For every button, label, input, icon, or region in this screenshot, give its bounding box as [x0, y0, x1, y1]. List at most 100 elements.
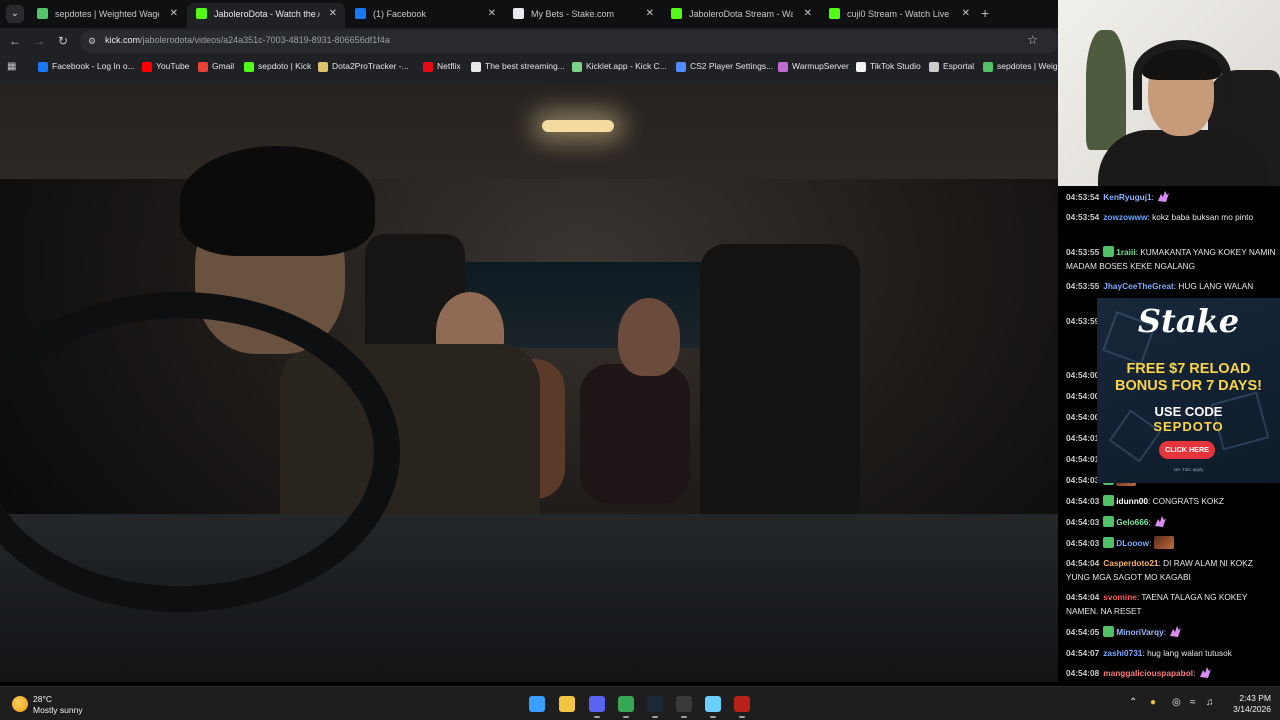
- tab-close-icon[interactable]: ✕: [488, 3, 496, 25]
- bookmark-item[interactable]: Gmail: [198, 60, 234, 75]
- chat-username[interactable]: zashi0731: [1103, 648, 1142, 658]
- tab-favicon-icon: [671, 8, 682, 19]
- bookmark-favicon-icon: [572, 62, 582, 72]
- tab-5[interactable]: JaboleroDota Stream - Watch Live ✕: [662, 3, 820, 28]
- tab-label: sepdotes | Weighted Wager Race: [55, 9, 159, 19]
- ad-click-here-button[interactable]: CLICK HERE: [1159, 441, 1215, 459]
- chat-username[interactable]: Gelo666: [1116, 517, 1148, 527]
- wifi-icon[interactable]: ≈: [1190, 697, 1196, 708]
- weather-widget[interactable]: 28°C Mostly sunny: [12, 693, 132, 717]
- bookmark-favicon-icon: [983, 62, 993, 72]
- chrome-icon[interactable]: [615, 693, 637, 718]
- app-glyph: [559, 696, 575, 712]
- stake-logo: Stake: [1137, 302, 1240, 340]
- chat-username[interactable]: JhayCeeTheGreat: [1103, 281, 1174, 291]
- bookmark-favicon-icon: [244, 62, 254, 72]
- tab-audio-icon[interactable]: ♪: [317, 3, 322, 25]
- chat-badge-icon: [1103, 246, 1115, 257]
- app-glyph: [676, 696, 692, 712]
- bookmark-item[interactable]: Dota2ProTracker -...: [318, 60, 409, 75]
- video-player[interactable]: [0, 84, 1058, 682]
- bookmark-favicon-icon: [676, 62, 686, 72]
- forward-icon[interactable]: →: [31, 33, 47, 49]
- bookmark-label: YouTube: [156, 61, 190, 71]
- address-bar[interactable]: ⚙ kick.com/jabolerodota/videos/a24a351c-…: [80, 30, 1060, 53]
- tab-2[interactable]: JaboleroDota - Watch the Video ✕ ♪: [187, 3, 345, 28]
- chat-message: 04:54:03 idunn00: CONGRATS KOKZ: [1066, 494, 1276, 508]
- app-glyph: [529, 696, 545, 712]
- site-info-icon[interactable]: ⚙: [88, 35, 100, 47]
- file-explorer-icon[interactable]: [556, 693, 578, 715]
- car-roof: [0, 84, 1058, 179]
- chat-username[interactable]: idunn00: [1116, 496, 1148, 506]
- bookmark-star-icon[interactable]: ☆: [1027, 33, 1038, 47]
- chat-username[interactable]: KenRyuguj1: [1103, 192, 1151, 202]
- chat-message: 04:54:08 manggaliciouspapabol:: [1066, 666, 1276, 680]
- start-icon[interactable]: [526, 693, 548, 715]
- chat-timestamp: 04:54:01: [1066, 454, 1100, 464]
- chat-username[interactable]: zowzowww: [1103, 212, 1147, 222]
- microphone-icon[interactable]: ◎: [1172, 697, 1181, 708]
- running-indicator: [681, 716, 687, 718]
- reload-icon[interactable]: ↻: [55, 33, 71, 49]
- tab-3[interactable]: (1) Facebook ✕: [346, 3, 504, 28]
- bookmark-favicon-icon: [38, 62, 48, 72]
- bookmark-item[interactable]: YouTube: [142, 60, 189, 75]
- chat-timestamp: 04:53:54: [1066, 192, 1100, 202]
- tab-search-button[interactable]: ⌄: [6, 5, 24, 23]
- bookmark-item[interactable]: sepdoto | Kick: [244, 60, 311, 75]
- tab-close-icon[interactable]: ✕: [170, 3, 178, 25]
- running-indicator: [739, 716, 745, 718]
- bookmark-label: WarmupServer: [792, 61, 849, 71]
- clock[interactable]: 2:43 PM 3/14/2026: [1219, 693, 1271, 715]
- tab-label: cuji0 Stream - Watch Live on Kick: [847, 9, 951, 19]
- bookmark-item[interactable]: Esportal: [929, 60, 974, 75]
- tab-1[interactable]: sepdotes | Weighted Wager Race ✕: [28, 3, 186, 28]
- chat-username[interactable]: MinoriVarqy: [1116, 627, 1164, 637]
- bookmark-item[interactable]: WarmupServer: [778, 60, 849, 75]
- chat-timestamp: 04:54:04: [1066, 558, 1100, 568]
- bookmark-item[interactable]: Kicklet.app - Kick C...: [572, 60, 667, 75]
- bookmark-favicon-icon: [856, 62, 866, 72]
- chat-username[interactable]: Casperdoto21: [1103, 558, 1158, 568]
- tab-4[interactable]: My Bets - Stake.com ✕: [504, 3, 662, 28]
- bookmark-label: CS2 Player Settings...: [690, 61, 774, 71]
- new-tab-button[interactable]: +: [981, 5, 989, 21]
- tab-close-icon[interactable]: ✕: [962, 3, 970, 25]
- bookmark-label: Kicklet.app - Kick C...: [586, 61, 667, 71]
- running-indicator: [652, 716, 658, 718]
- chat-username[interactable]: DLooow: [1116, 538, 1149, 548]
- bookmark-item[interactable]: CS2 Player Settings...: [676, 60, 773, 75]
- dota-icon[interactable]: [731, 693, 753, 718]
- tab-close-icon[interactable]: ✕: [804, 3, 812, 25]
- stake-ad-banner[interactable]: Stake FREE $7 RELOAD BONUS FOR 7 DAYS! U…: [1097, 298, 1280, 483]
- volume-icon[interactable]: ♫: [1206, 697, 1214, 708]
- bookmark-item[interactable]: Netflix: [423, 60, 461, 75]
- notepad-icon[interactable]: [702, 693, 724, 718]
- tab-close-icon[interactable]: ✕: [646, 3, 654, 25]
- chat-username[interactable]: 1raiii: [1116, 247, 1135, 257]
- chat-message: 04:53:54 zowzowww: kokz baba buksan mo pi…: [1066, 210, 1276, 238]
- windows-taskbar: 28°C Mostly sunny ⌃ ● ◎ ≈ ♫ 2:43 PM 3/14…: [0, 686, 1280, 720]
- chat-timestamp: 04:54:00: [1066, 391, 1100, 401]
- tray-chevron-icon[interactable]: ⌃: [1129, 697, 1137, 708]
- apps-grid-icon[interactable]: ▦: [7, 61, 19, 73]
- tray-app-icon[interactable]: ●: [1150, 697, 1156, 708]
- back-icon[interactable]: ←: [7, 33, 23, 49]
- tab-6[interactable]: cuji0 Stream - Watch Live on Kick ✕: [820, 3, 978, 28]
- obs-icon[interactable]: [673, 693, 695, 718]
- steam-icon[interactable]: [644, 693, 666, 718]
- bookmark-label: TikTok Studio: [870, 61, 921, 71]
- chat-username[interactable]: manggaliciouspapabol: [1103, 668, 1193, 678]
- bookmark-label: Gmail: [212, 61, 235, 71]
- chat-timestamp: 04:53:59: [1066, 316, 1100, 326]
- discord-icon[interactable]: [586, 693, 608, 718]
- bookmark-item[interactable]: TikTok Studio: [856, 60, 921, 75]
- tab-close-icon[interactable]: ✕: [329, 3, 337, 25]
- chat-timestamp: 04:54:03: [1066, 496, 1100, 506]
- webcam-overlay: [1058, 0, 1280, 186]
- bookmark-item[interactable]: The best streaming...: [471, 60, 565, 75]
- bookmark-item[interactable]: sepdotes | Weigh: [983, 60, 1058, 75]
- bookmark-item[interactable]: Facebook - Log In o...: [38, 60, 135, 75]
- chat-username[interactable]: svomine: [1103, 592, 1137, 602]
